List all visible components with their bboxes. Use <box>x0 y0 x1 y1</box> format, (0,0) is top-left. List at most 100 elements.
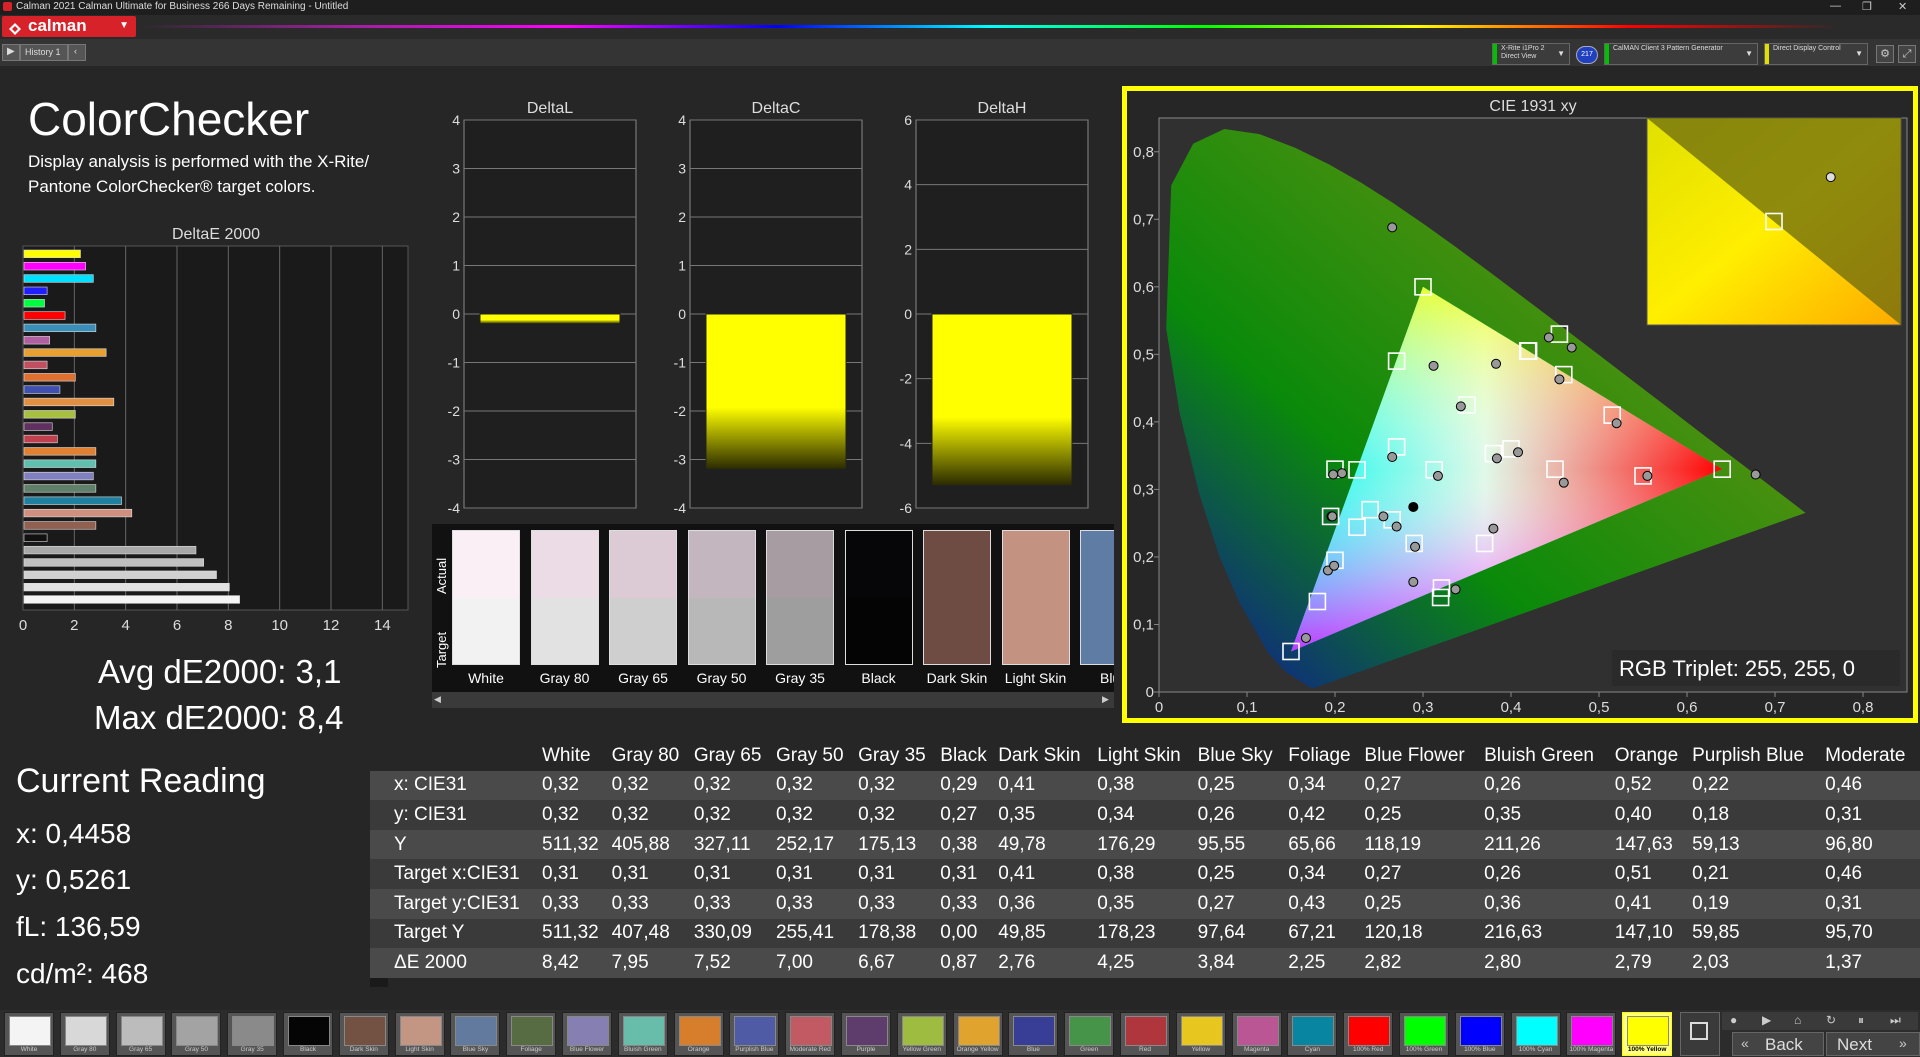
deltal-tick-label: -4 <box>448 500 461 516</box>
generator-selector[interactable]: CalMAN Client 3 Pattern Generator ▼ <box>1604 43 1758 65</box>
table-cell: 0,19 <box>1690 888 1824 919</box>
table-cell: 178,38 <box>856 918 939 949</box>
table-header-cell: Bluish Green <box>1482 741 1613 771</box>
maximize-button[interactable]: ❐ <box>1862 0 1872 13</box>
calman-logo-button[interactable]: calman ▼ <box>2 16 136 37</box>
back-label: Back <box>1765 1035 1803 1054</box>
table-cell: 0,52 <box>1612 770 1691 801</box>
swatch-gray-35[interactable]: Gray 35 <box>227 1012 278 1056</box>
inset-measured-point <box>1825 172 1836 183</box>
swatch-gray-50[interactable]: Gray 50 <box>171 1012 222 1056</box>
swatch-gray-80[interactable]: Gray 80 <box>59 1012 110 1056</box>
table-cell: 0,33 <box>938 888 997 919</box>
swatch-blue-flower[interactable]: Blue Flower <box>562 1012 612 1056</box>
table-cell: 65,66 <box>1286 829 1363 860</box>
deltal-tick-label: 4 <box>452 112 460 128</box>
swatch-100-green[interactable]: 100% Green <box>1399 1012 1449 1056</box>
scroll-left-icon[interactable]: ◀ <box>434 694 441 705</box>
tab-scroll-button[interactable]: ‹ <box>68 44 86 61</box>
meter-badge[interactable]: 217 <box>1576 46 1598 64</box>
table-row: ΔE 2000 8,42 7,95 7,52 7,00 6,67 0,87 2,76 4,25 3… <box>370 948 1920 978</box>
deltae-bar <box>23 422 53 431</box>
next-frame-icon[interactable]: ⏭ <box>1890 1013 1901 1028</box>
swatch-label: Moderate Red <box>789 1046 831 1053</box>
patch-label: Black <box>861 670 896 686</box>
swatch-color <box>1404 1016 1446 1046</box>
swatch-magenta[interactable]: Magenta <box>1231 1012 1282 1056</box>
swatch-100-yellow[interactable]: 100% Yellow <box>1622 1012 1673 1056</box>
swatch-label: Purplish Blue <box>735 1046 774 1053</box>
stop-button[interactable] <box>1680 1012 1720 1056</box>
swatch-blue-sky[interactable]: Blue Sky <box>450 1012 501 1056</box>
measured-point <box>1408 576 1419 587</box>
swatch-blue[interactable]: Blue <box>1008 1012 1059 1056</box>
cie-x-tick-label: 0,5 <box>1589 699 1610 716</box>
swatch-cyan[interactable]: Cyan <box>1287 1012 1338 1056</box>
expand-button[interactable]: ⤢ <box>1898 45 1916 63</box>
patch-scrollbar[interactable]: ◀ ▶ <box>432 692 1114 708</box>
patch-target <box>452 598 520 665</box>
current-cdm2: cd/m²: 468 <box>16 958 149 989</box>
tab-history-1[interactable]: History 1 <box>20 44 68 61</box>
pause-icon[interactable]: ⏸ <box>1858 1013 1864 1028</box>
deltah-chart: DeltaH 6 4 2 0 -2 -4 -6 <box>900 100 1089 516</box>
patch-axis-labels: Actual Target <box>434 534 454 684</box>
loop-icon[interactable]: ↻ <box>1826 1013 1836 1027</box>
deltae-bar <box>23 373 76 382</box>
deltac-title: DeltaC <box>752 100 801 117</box>
table-cell: 0,34 <box>1095 800 1196 830</box>
swatch-color <box>1125 1016 1167 1046</box>
swatch-100-cyan[interactable]: 100% Cyan <box>1510 1012 1561 1056</box>
swatch-color <box>790 1016 833 1046</box>
deltac-tick-label: -3 <box>674 452 687 468</box>
table-cell: 7,95 <box>609 948 692 978</box>
deltae-bar <box>23 336 50 345</box>
swatch-orange[interactable]: Orange <box>673 1012 724 1056</box>
back-button[interactable]: « Back <box>1732 1032 1824 1056</box>
expand-icon: ⤢ <box>1902 48 1912 60</box>
swatch-color <box>511 1016 554 1046</box>
next-button[interactable]: Next » <box>1826 1032 1920 1056</box>
minimize-button[interactable]: — <box>1830 0 1841 12</box>
swatch-yellow[interactable]: Yellow <box>1175 1012 1226 1056</box>
swatch-purplish-blue[interactable]: Purplish Blue <box>729 1012 780 1056</box>
settings-button[interactable]: ⚙ <box>1876 45 1894 63</box>
swatch-100-blue[interactable]: 100% Blue <box>1454 1012 1505 1056</box>
swatch-label: Blue <box>1026 1046 1040 1053</box>
play-button[interactable]: ▶ <box>2 44 20 61</box>
play-icon[interactable]: ▶ <box>1762 1013 1771 1027</box>
swatch-black[interactable]: Black <box>283 1012 333 1056</box>
swatch-label: Bluish Green <box>624 1046 662 1053</box>
swatch-orange-yellow[interactable]: Orange Yellow <box>952 1012 1003 1056</box>
scroll-right-icon[interactable]: ▶ <box>1102 694 1109 705</box>
swatch-dark-skin[interactable]: Dark Skin <box>338 1012 389 1056</box>
swatch-color <box>343 1016 386 1046</box>
deltah-bar <box>931 313 1073 486</box>
swatch-foliage[interactable]: Foliage <box>506 1012 557 1056</box>
meter-selector[interactable]: X-Rite i1Pro 2 Direct View ▼ <box>1492 43 1570 65</box>
table-cell: 6,67 <box>856 948 939 978</box>
swatch-red[interactable]: Red <box>1120 1012 1170 1056</box>
swatch-100-red[interactable]: 100% Red <box>1343 1012 1394 1056</box>
swatch-label: Yellow <box>1191 1046 1211 1053</box>
swatch-bluish-green[interactable]: Bluish Green <box>617 1012 668 1056</box>
swatch-100-magenta[interactable]: 100% Magenta <box>1566 1012 1617 1056</box>
table-cell: 0,38 <box>1095 859 1196 889</box>
swatch-label: 100% Magenta <box>1569 1046 1614 1053</box>
home-icon[interactable]: ⌂ <box>1794 1013 1801 1027</box>
table-header-cell: Gray 80 <box>609 741 692 771</box>
deltah-tick-label: 2 <box>904 241 912 257</box>
display-selector[interactable]: Direct Display Control ▼ <box>1764 43 1868 65</box>
swatch-light-skin[interactable]: Light Skin <box>394 1012 445 1056</box>
swatch-purple[interactable]: Purple <box>841 1012 891 1056</box>
swatch-gray-65[interactable]: Gray 65 <box>115 1012 166 1056</box>
swatch-yellow-green[interactable]: Yellow Green <box>896 1012 947 1056</box>
deltal-title: DeltaL <box>527 100 573 117</box>
swatch-green[interactable]: Green <box>1064 1012 1115 1056</box>
swatch-white[interactable]: White <box>4 1012 54 1056</box>
close-button[interactable]: ✕ <box>1898 0 1907 13</box>
deltah-tick-label: 6 <box>904 112 912 128</box>
record-icon[interactable]: ● <box>1730 1013 1737 1027</box>
swatch-moderate-red[interactable]: Moderate Red <box>785 1012 836 1056</box>
cie-y-tick-label: 0 <box>1146 684 1154 701</box>
